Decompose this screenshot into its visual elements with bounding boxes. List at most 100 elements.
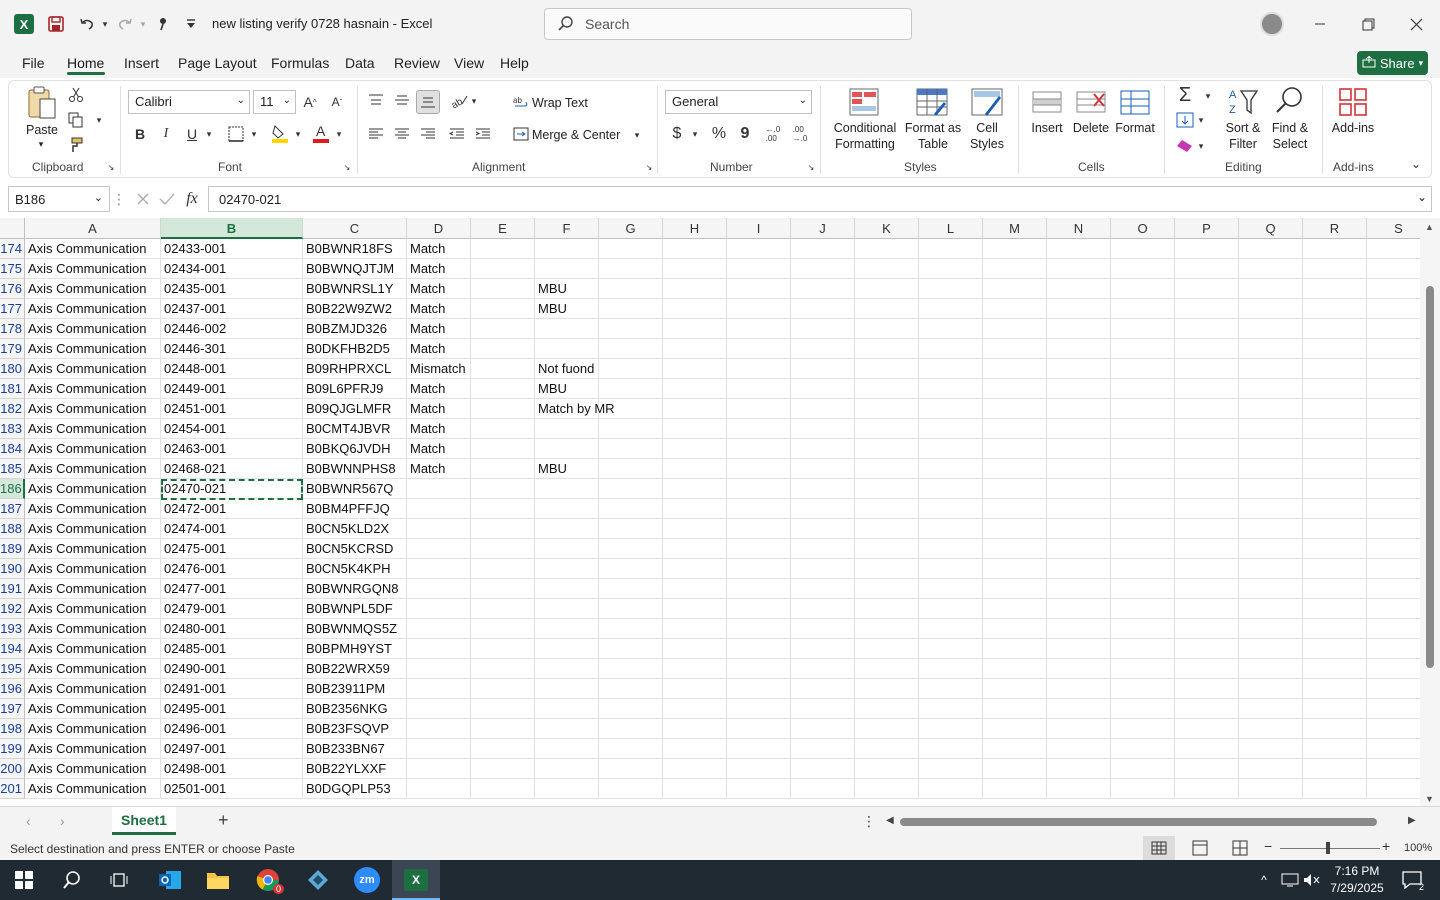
cell-a193[interactable]: Axis Communication	[25, 619, 161, 639]
cell-p198[interactable]	[1175, 719, 1239, 739]
cell-h199[interactable]	[663, 739, 727, 759]
cell-f191[interactable]	[535, 579, 599, 599]
cell-c185[interactable]: B0BWNNPHS8	[303, 459, 407, 479]
cell-g186[interactable]	[599, 479, 663, 499]
cell-b197[interactable]: 02495-001	[161, 699, 303, 719]
cell-f200[interactable]	[535, 759, 599, 779]
borders-icon[interactable]	[226, 124, 246, 144]
cell-j185[interactable]	[791, 459, 855, 479]
wrap-text-label[interactable]: Wrap Text	[532, 95, 588, 111]
cell-s190[interactable]	[1367, 559, 1420, 579]
cell-l200[interactable]	[919, 759, 983, 779]
cell-p190[interactable]	[1175, 559, 1239, 579]
cell-h197[interactable]	[663, 699, 727, 719]
cell-q181[interactable]	[1239, 379, 1303, 399]
cell-f176[interactable]: MBU	[535, 279, 599, 299]
share-button[interactable]: Share ▾	[1357, 51, 1428, 75]
cell-d195[interactable]	[407, 659, 471, 679]
cell-a186[interactable]: Axis Communication	[25, 479, 161, 499]
cell-k179[interactable]	[855, 339, 919, 359]
cell-a192[interactable]: Axis Communication	[25, 599, 161, 619]
cell-n186[interactable]	[1047, 479, 1111, 499]
cell-i193[interactable]	[727, 619, 791, 639]
cell-o189[interactable]	[1111, 539, 1175, 559]
cell-n187[interactable]	[1047, 499, 1111, 519]
cell-b177[interactable]: 02437-001	[161, 299, 303, 319]
cell-s176[interactable]	[1367, 279, 1420, 299]
cell-e195[interactable]	[471, 659, 535, 679]
cell-d175[interactable]: Match	[407, 259, 471, 279]
cell-f198[interactable]	[535, 719, 599, 739]
page-break-view-icon[interactable]	[1226, 836, 1254, 860]
cell-j192[interactable]	[791, 599, 855, 619]
cell-j178[interactable]	[791, 319, 855, 339]
insert-cells-label[interactable]: Insert	[1026, 120, 1068, 136]
formula-input[interactable]: 02470-021 ⌄	[208, 186, 1432, 212]
cell-j188[interactable]	[791, 519, 855, 539]
cell-o178[interactable]	[1111, 319, 1175, 339]
cell-j177[interactable]	[791, 299, 855, 319]
cell-e180[interactable]	[471, 359, 535, 379]
cell-n195[interactable]	[1047, 659, 1111, 679]
cell-p187[interactable]	[1175, 499, 1239, 519]
column-header-i[interactable]: I	[727, 218, 791, 239]
cell-a200[interactable]: Axis Communication	[25, 759, 161, 779]
alignment-launcher-icon[interactable]: ↘	[644, 162, 654, 172]
cell-s194[interactable]	[1367, 639, 1420, 659]
cell-h184[interactable]	[663, 439, 727, 459]
cell-f201[interactable]	[535, 779, 599, 799]
cell-j176[interactable]	[791, 279, 855, 299]
cell-i182[interactable]	[727, 399, 791, 419]
tab-view[interactable]: View	[454, 55, 484, 71]
cell-i188[interactable]	[727, 519, 791, 539]
cell-j195[interactable]	[791, 659, 855, 679]
cell-a178[interactable]: Axis Communication	[25, 319, 161, 339]
cell-m182[interactable]	[983, 399, 1047, 419]
cell-h194[interactable]	[663, 639, 727, 659]
font-color-icon[interactable]: A	[311, 122, 331, 144]
cell-f177[interactable]: MBU	[535, 299, 599, 319]
cell-o175[interactable]	[1111, 259, 1175, 279]
cell-b198[interactable]: 02496-001	[161, 719, 303, 739]
column-header-b[interactable]: B	[161, 218, 303, 239]
cell-a196[interactable]: Axis Communication	[25, 679, 161, 699]
delete-cells-label[interactable]: Delete	[1070, 120, 1112, 136]
cell-s192[interactable]	[1367, 599, 1420, 619]
cell-b178[interactable]: 02446-002	[161, 319, 303, 339]
cell-f174[interactable]	[535, 239, 599, 259]
cell-m195[interactable]	[983, 659, 1047, 679]
cell-p201[interactable]	[1175, 779, 1239, 799]
cell-p182[interactable]	[1175, 399, 1239, 419]
cell-o201[interactable]	[1111, 779, 1175, 799]
cell-a188[interactable]: Axis Communication	[25, 519, 161, 539]
cell-o199[interactable]	[1111, 739, 1175, 759]
cell-k183[interactable]	[855, 419, 919, 439]
fill-color-dropdown-icon[interactable]: ▾	[293, 126, 303, 142]
cell-n189[interactable]	[1047, 539, 1111, 559]
cell-p193[interactable]	[1175, 619, 1239, 639]
format-cells-icon[interactable]	[1118, 86, 1152, 116]
cell-q175[interactable]	[1239, 259, 1303, 279]
currency-icon[interactable]: $	[668, 124, 686, 144]
cell-d191[interactable]	[407, 579, 471, 599]
cell-b189[interactable]: 02475-001	[161, 539, 303, 559]
cell-b192[interactable]: 02479-001	[161, 599, 303, 619]
cell-s179[interactable]	[1367, 339, 1420, 359]
cell-q185[interactable]	[1239, 459, 1303, 479]
cell-l196[interactable]	[919, 679, 983, 699]
cell-c174[interactable]: B0BWNR18FS	[303, 239, 407, 259]
cell-q184[interactable]	[1239, 439, 1303, 459]
cell-q191[interactable]	[1239, 579, 1303, 599]
number-format-select[interactable]: General ⌄	[665, 90, 812, 114]
cell-e200[interactable]	[471, 759, 535, 779]
cell-styles-icon[interactable]	[969, 86, 1005, 118]
conditional-formatting-label[interactable]: Conditional Formatting	[826, 120, 904, 152]
cell-k174[interactable]	[855, 239, 919, 259]
cell-o194[interactable]	[1111, 639, 1175, 659]
cell-f186[interactable]	[535, 479, 599, 499]
cell-i196[interactable]	[727, 679, 791, 699]
cancel-entry-icon[interactable]	[133, 189, 153, 209]
account-avatar[interactable]	[1260, 12, 1284, 36]
cell-j191[interactable]	[791, 579, 855, 599]
find-select-label[interactable]: Find & Select	[1266, 120, 1314, 152]
